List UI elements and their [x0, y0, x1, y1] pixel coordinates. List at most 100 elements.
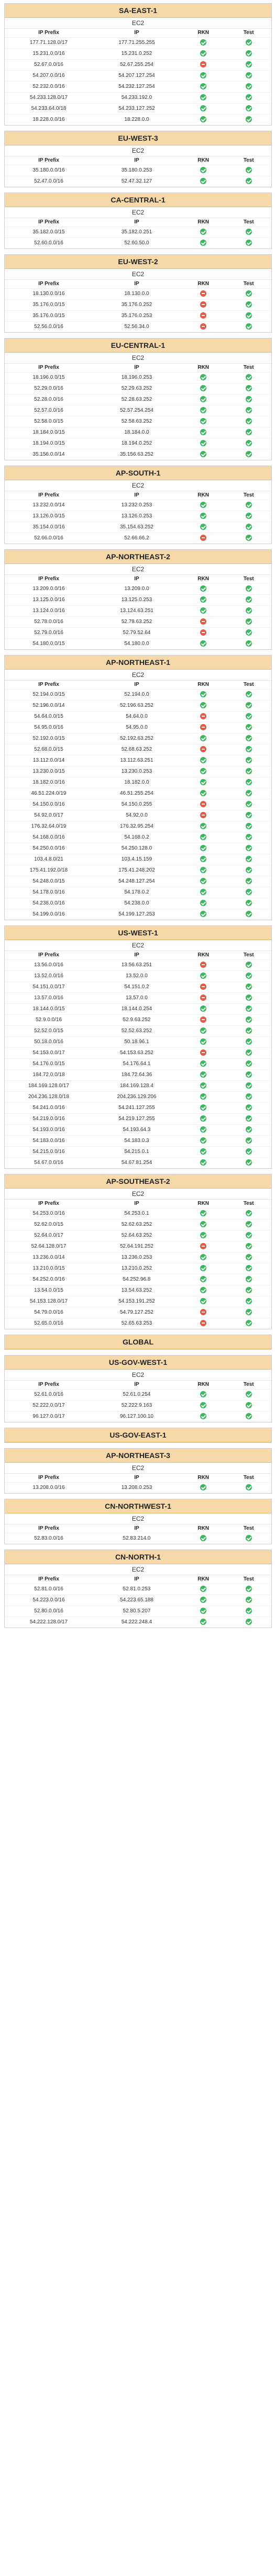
test-cell: [226, 1274, 271, 1285]
ip-prefix-header: IP Prefix: [38, 30, 59, 36]
check-icon: [245, 229, 252, 235]
ip-cell: 52.68.63.252: [92, 744, 181, 755]
rkn-cell: [180, 533, 226, 544]
ip-prefix-cell: 52.9.0.0/16: [5, 1014, 93, 1026]
ip-cell: 18.194.0.252: [92, 438, 181, 449]
check-icon: [245, 1027, 252, 1034]
ip-cell: 18.144.0.254: [92, 1003, 181, 1015]
ip-cell: 204.236.129.206: [92, 1091, 181, 1103]
check-icon: [245, 407, 252, 414]
ip-cell: 13.112.63.251: [92, 755, 181, 766]
ip-cell: 52.83.214.0: [92, 1533, 181, 1544]
check-icon: [245, 768, 252, 775]
table-row: 18.196.0.0/15 18.196.0.253: [5, 372, 271, 383]
check-icon: [245, 535, 252, 541]
ip-cell: 54.178.0.2: [92, 887, 181, 898]
region-title: CN-NORTH-1: [5, 1550, 271, 1564]
ip-prefix-cell: 204.236.128.0/18: [5, 1091, 93, 1103]
table-row: 54.241.0.0/16 54.241.127.255: [5, 1102, 271, 1114]
table-row: 184.72.0.0/18 184.72.64.36: [5, 1069, 271, 1081]
test-header: Test: [243, 1382, 254, 1387]
table-row: 54.238.0.0/16 54.238.0.0: [5, 898, 271, 909]
ip-cell: 13.126.0.253: [92, 511, 181, 522]
ip-prefix-header: IP Prefix: [38, 157, 59, 163]
rkn-cell: [180, 1400, 226, 1411]
check-icon: [200, 83, 207, 90]
region-title: US-WEST-1: [5, 926, 271, 940]
rkn-cell: [180, 605, 226, 617]
table-row: 13.54.0.0/15 13.54.63.252: [5, 1285, 271, 1296]
check-icon: [245, 812, 252, 819]
ip-cell: 13.210.0.252: [92, 1263, 181, 1274]
ip-prefix-cell: 15.231.0.0/16: [5, 48, 93, 60]
rkn-cell: [180, 638, 226, 649]
rkn-cell: [180, 843, 226, 854]
ip-header: IP: [134, 1382, 139, 1387]
rkn-header: RKN: [197, 952, 210, 958]
ip-prefix-cell: 54.250.0.0/16: [5, 843, 93, 854]
rkn-header: RKN: [197, 365, 210, 370]
service-label: EC2: [5, 1370, 271, 1381]
table-row: 54.233.128.0/17 54.233.192.0: [5, 92, 271, 104]
test-cell: [226, 1617, 271, 1628]
rkn-cell: [180, 522, 226, 533]
table-row: 52.232.0.0/16 54.232.127.254: [5, 81, 271, 93]
ip-cell: 54.64.0.0: [92, 711, 181, 722]
check-icon: [200, 1005, 207, 1012]
check-icon: [245, 1413, 252, 1420]
ip-cell: 54.67.81.254: [92, 1157, 181, 1168]
test-header: Test: [243, 492, 254, 498]
rkn-cell: [180, 700, 226, 711]
table-row: 52.80.0.0/16 52.80.5.207: [5, 1606, 271, 1617]
rkn-cell: [180, 821, 226, 832]
check-icon: [245, 713, 252, 720]
ip-cell: 54.199.127.253: [92, 909, 181, 920]
table-header-row: IP Prefix IP RKN Test: [5, 575, 271, 584]
check-icon: [245, 290, 252, 297]
ip-prefix-cell: 54.248.0.0/15: [5, 876, 93, 887]
ip-cell: 54.180.0.0: [92, 638, 181, 649]
test-cell: [226, 1091, 271, 1103]
test-cell: [226, 1482, 271, 1493]
ip-prefix-cell: 54.153.0.0/17: [5, 1047, 93, 1059]
test-cell: [226, 605, 271, 617]
table-row: 54.64.0.0/15 54.64.0.0: [5, 711, 271, 722]
test-cell: [226, 238, 271, 248]
ip-cell: 13.232.0.253: [92, 500, 181, 511]
region-title: SA-EAST-1: [5, 4, 271, 18]
check-icon: [245, 856, 252, 863]
blocked-icon: [200, 1320, 207, 1327]
ip-cell: 52.222.9.163: [92, 1400, 181, 1411]
ip-prefix-cell: 184.72.0.0/18: [5, 1069, 93, 1081]
test-cell: [226, 1595, 271, 1606]
check-icon: [200, 50, 207, 57]
check-icon: [200, 585, 207, 592]
table-row: 13.124.0.0/16 13.124.63.251: [5, 605, 271, 617]
ip-prefix-cell: 13.125.0.0/16: [5, 594, 93, 606]
check-icon: [245, 1535, 252, 1542]
check-icon: [245, 1005, 252, 1012]
service-label: EC2: [5, 353, 271, 364]
ip-prefix-cell: 54.95.0.0/16: [5, 722, 93, 733]
test-cell: [226, 1533, 271, 1544]
test-cell: [226, 981, 271, 993]
check-icon: [200, 418, 207, 425]
table-row: 54.168.0.0/16 54.168.0.2: [5, 832, 271, 843]
region-title: US-GOV-WEST-1: [5, 1355, 271, 1370]
ip-prefix-cell: 54.176.0.0/15: [5, 1058, 93, 1070]
ip-prefix-cell: 52.78.0.0/16: [5, 616, 93, 628]
ip-prefix-cell: 52.61.0.0/16: [5, 1389, 93, 1400]
table-row: 54.180.0.0/15 54.180.0.0: [5, 638, 271, 649]
check-icon: [245, 502, 252, 509]
ip-prefix-cell: 54.153.128.0/17: [5, 1296, 93, 1307]
ip-prefix-cell: 13.210.0.0/15: [5, 1263, 93, 1274]
rkn-cell: [180, 1533, 226, 1544]
check-icon: [200, 1413, 207, 1420]
ip-prefix-cell: 18.184.0.0/15: [5, 427, 93, 438]
check-icon: [245, 607, 252, 614]
check-icon: [245, 374, 252, 381]
table-row: 52.64.128.0/17 52.64.191.252: [5, 1241, 271, 1252]
ip-prefix-cell: 35.176.0.0/15: [5, 299, 93, 311]
rkn-cell: [180, 1296, 226, 1307]
check-icon: [200, 1115, 207, 1122]
